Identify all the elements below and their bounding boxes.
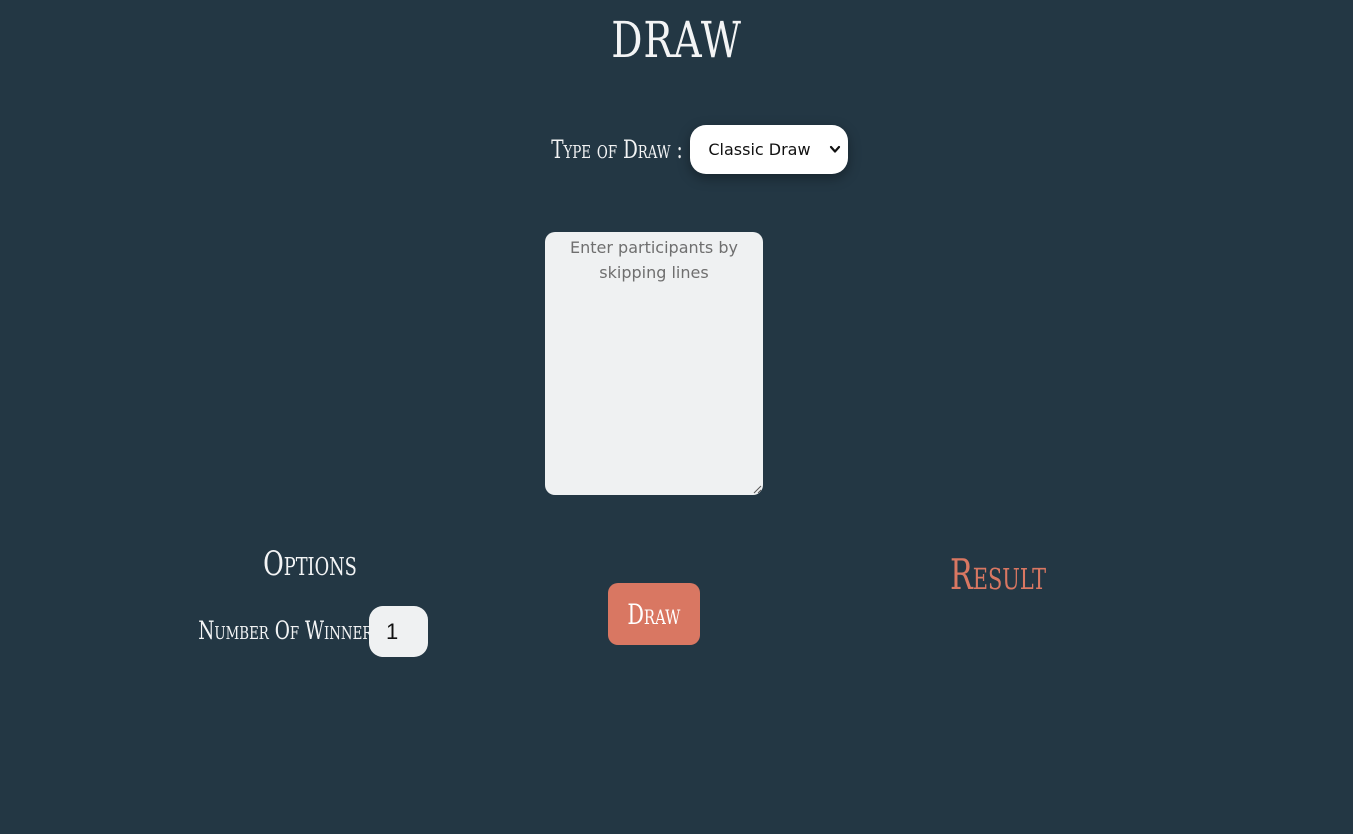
draw-type-selected-value: Classic Draw [708,139,811,159]
result-heading: Result [949,550,1047,599]
chevron-down-icon [830,145,841,153]
draw-button[interactable]: Draw [608,583,700,645]
page-title: DRAW [611,11,742,69]
draw-type-row: Type of Draw : Classic Draw [0,124,1353,174]
winner-count-label: Number Of Winner : [198,616,385,645]
draw-type-select[interactable]: Classic Draw [690,124,849,174]
winner-count-input[interactable]: 1 [369,606,428,657]
draw-button-label: Draw [627,597,681,631]
participants-textarea[interactable]: Enter participants by skipping lines [545,232,763,495]
options-heading: Options [263,544,357,584]
draw-type-label: Type of Draw : [550,134,683,164]
resize-handle-icon[interactable] [752,484,762,494]
participants-placeholder: Enter participants by skipping lines [570,238,738,282]
